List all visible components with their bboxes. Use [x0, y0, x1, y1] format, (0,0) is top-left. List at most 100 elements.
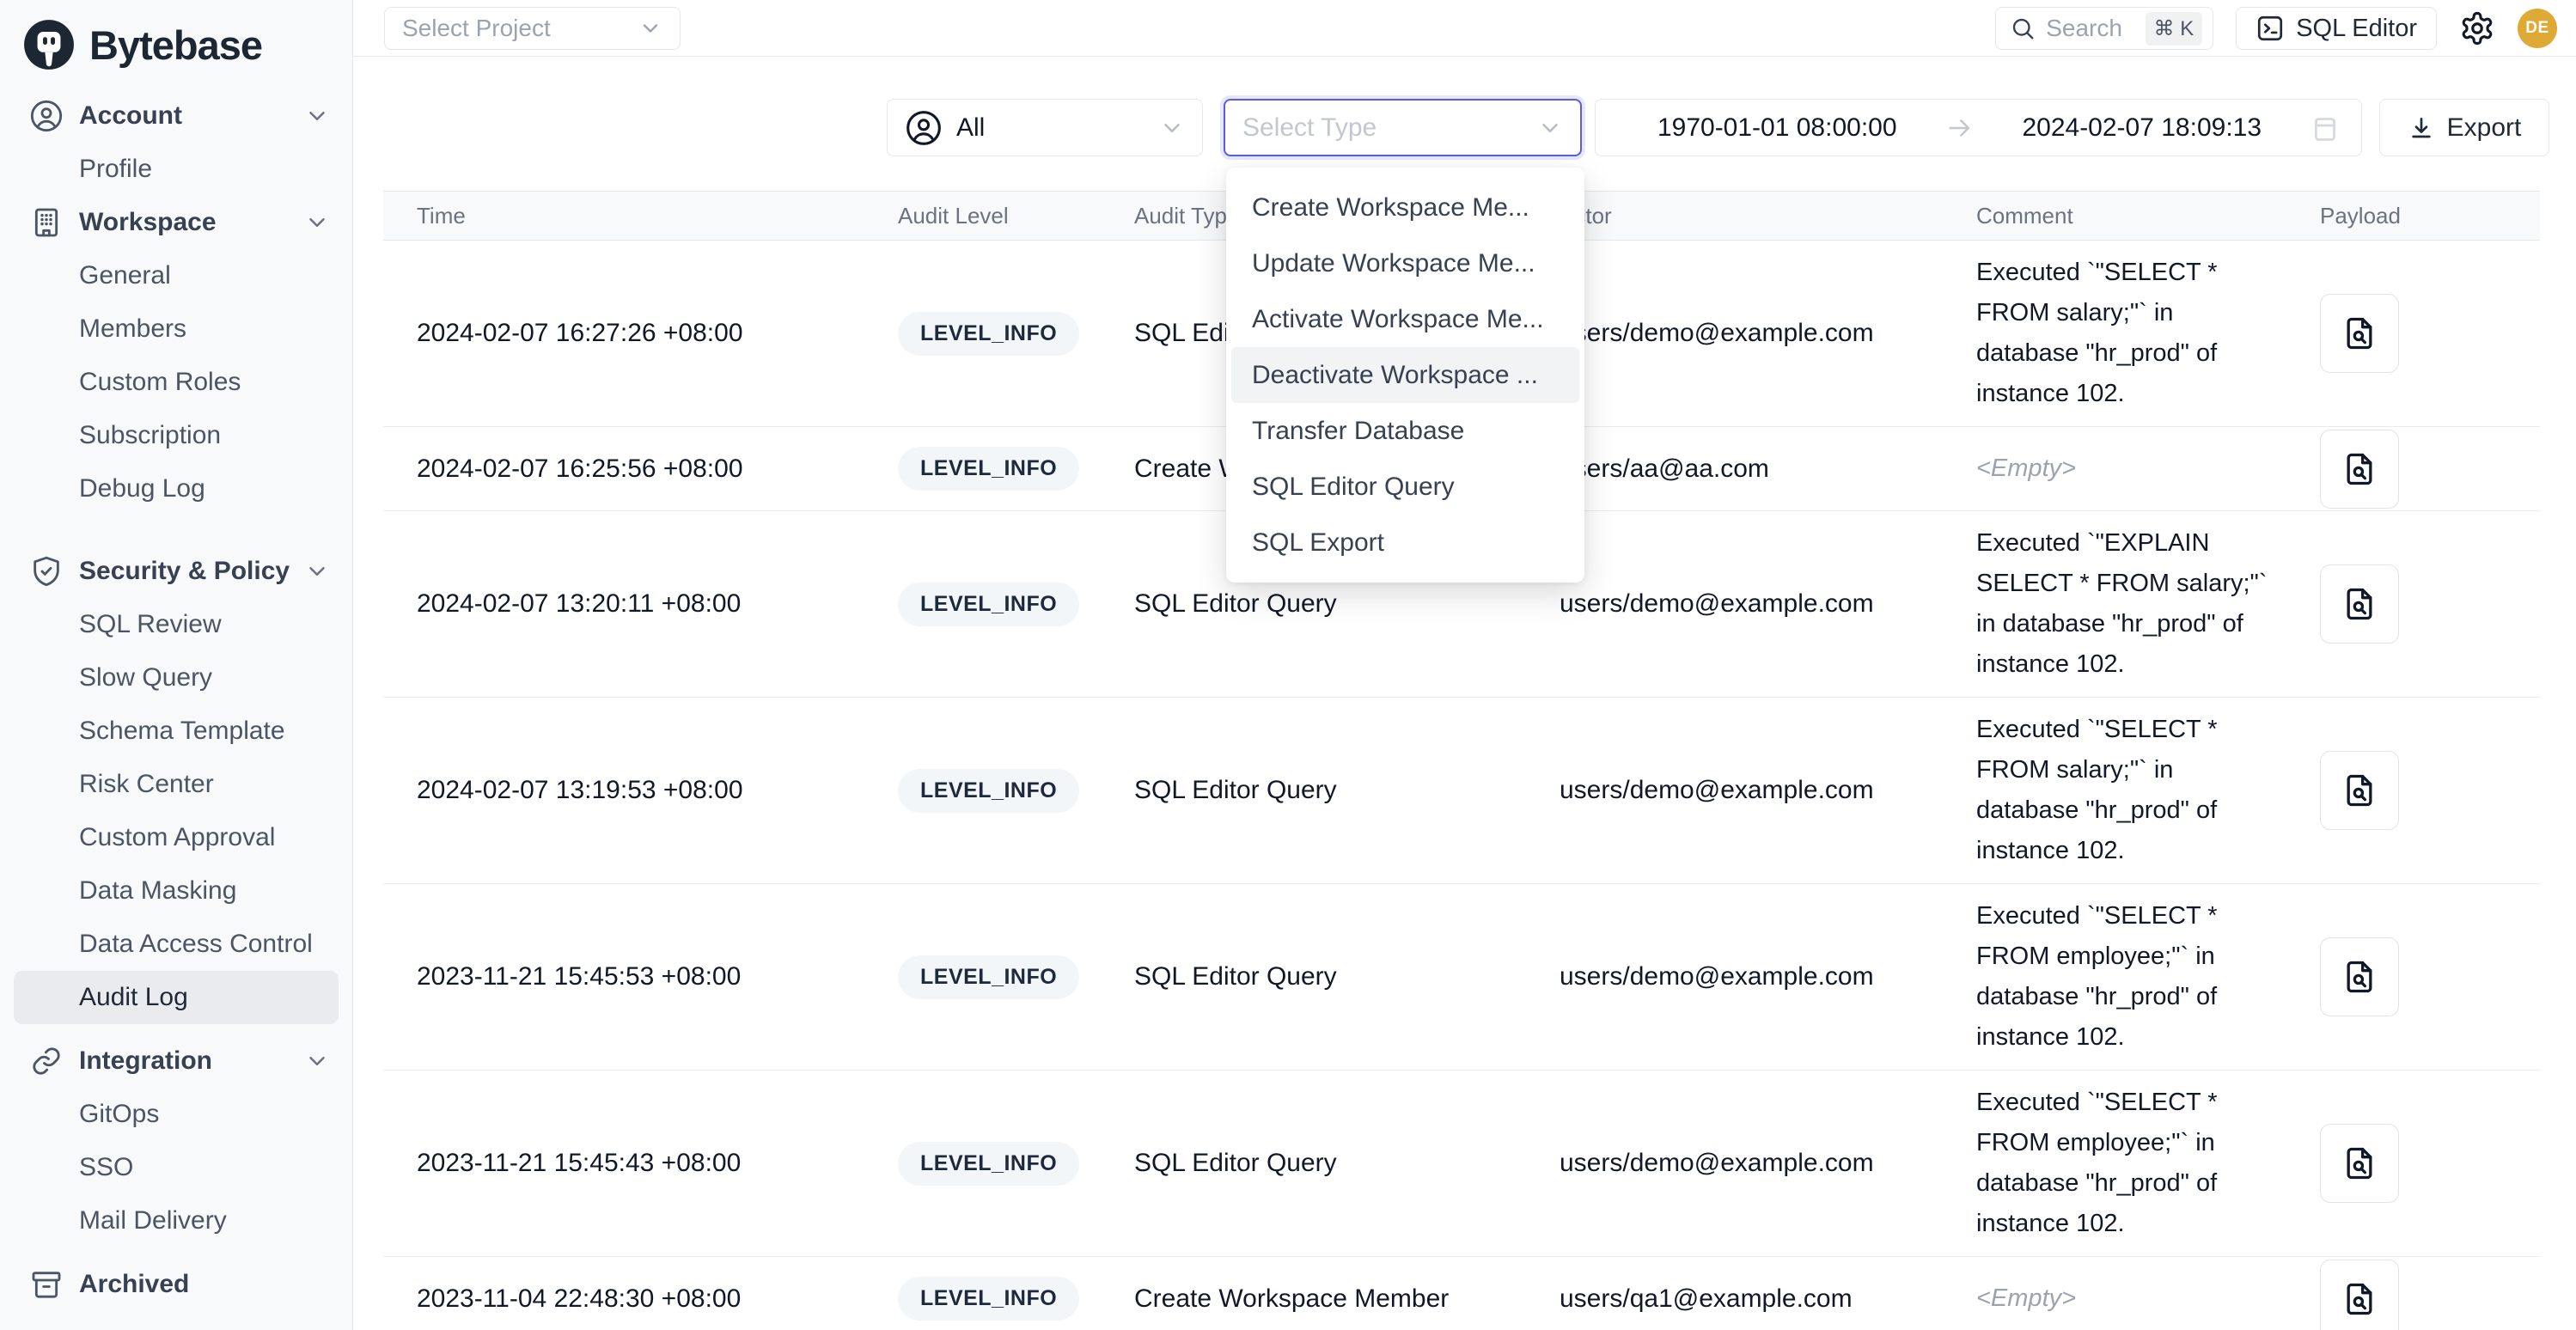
search-input[interactable]: Search ⌘ K — [1995, 7, 2213, 50]
table-row: 2023-11-21 15:45:43 +08:00 LEVEL_INFO SQ… — [383, 1071, 2540, 1257]
chevron-down-icon — [1537, 115, 1563, 141]
sidebar-item-data-masking[interactable]: Data Masking — [0, 864, 352, 918]
type-filter-dropdown[interactable]: Select Type — [1224, 99, 1582, 156]
bytebase-logo[interactable]: Bytebase — [0, 0, 352, 82]
menu-item-sql-export[interactable]: SQL Export — [1231, 515, 1579, 570]
sidebar-item-audit-log[interactable]: Audit Log — [14, 971, 339, 1024]
level-badge: LEVEL_INFO — [898, 1277, 1079, 1321]
sidebar-item-profile[interactable]: Profile — [0, 143, 352, 196]
cell-time: 2023-11-21 15:45:43 +08:00 — [383, 1071, 898, 1257]
menu-item-activate-workspace-member[interactable]: Activate Workspace Me... — [1231, 291, 1579, 347]
select-project-placeholder: Select Project — [402, 15, 551, 42]
sql-editor-button[interactable]: SQL Editor — [2236, 7, 2437, 50]
sidebar-item-sql-review[interactable]: SQL Review — [0, 598, 352, 651]
payload-view-button[interactable] — [2320, 1124, 2399, 1203]
payload-view-button[interactable] — [2320, 430, 2399, 509]
file-search-icon — [2341, 772, 2378, 809]
level-badge: LEVEL_INFO — [898, 769, 1079, 813]
sidebar-item-archived[interactable]: Archived — [0, 1258, 352, 1311]
sidebar-item-workspace[interactable]: Workspace — [0, 196, 352, 249]
date-range-picker[interactable]: 1970-01-01 08:00:00 2024-02-07 18:09:13 — [1595, 99, 2362, 156]
date-from-value[interactable]: 1970-01-01 08:00:00 — [1616, 113, 1938, 143]
menu-item-deactivate-workspace-member[interactable]: Deactivate Workspace ... — [1231, 347, 1579, 403]
building-icon — [29, 205, 64, 240]
payload-view-button[interactable] — [2320, 564, 2399, 644]
sidebar-item-data-access-control[interactable]: Data Access Control — [0, 918, 352, 971]
user-circle-icon — [29, 99, 64, 133]
cell-time: 2024-02-07 13:19:53 +08:00 — [383, 698, 898, 884]
payload-view-button[interactable] — [2320, 1260, 2399, 1330]
sidebar-item-custom-approval[interactable]: Custom Approval — [0, 811, 352, 864]
search-shortcut-badge: ⌘ K — [2146, 12, 2203, 46]
cell-time: 2024-02-07 13:20:11 +08:00 — [383, 511, 898, 698]
level-badge: LEVEL_INFO — [898, 1142, 1079, 1186]
search-placeholder: Search — [2046, 15, 2134, 42]
avatar[interactable]: DE — [2518, 9, 2557, 48]
cell-actor: users/qa1@example.com — [1560, 1257, 1976, 1330]
select-project-dropdown[interactable]: Select Project — [384, 7, 681, 50]
menu-item-sql-editor-query[interactable]: SQL Editor Query — [1231, 459, 1579, 515]
file-search-icon — [2341, 1280, 2378, 1318]
payload-view-button[interactable] — [2320, 751, 2399, 830]
cell-actor: users/demo@example.com — [1560, 698, 1976, 884]
topbar-actions: Search ⌘ K SQL Editor DE — [1995, 7, 2557, 50]
chevron-down-icon — [638, 16, 662, 40]
cell-actor: users/aa@aa.com — [1560, 427, 1976, 511]
cell-actor: users/demo@example.com — [1560, 241, 1976, 427]
filter-bar: All Select Type 1970-01-01 08:00:00 2024… — [353, 99, 2576, 156]
arrow-right-icon — [1945, 113, 1975, 143]
brand-name: Bytebase — [89, 21, 262, 69]
sidebar-item-label: Account — [79, 101, 182, 131]
sidebar-item-security-policy[interactable]: Security & Policy — [0, 545, 352, 598]
sidebar-item-sso[interactable]: SSO — [0, 1141, 352, 1194]
level-badge: LEVEL_INFO — [898, 955, 1079, 999]
sidebar-item-schema-template[interactable]: Schema Template — [0, 705, 352, 758]
user-circle-icon — [905, 109, 943, 147]
sidebar-item-subscription[interactable]: Subscription — [0, 409, 352, 462]
sidebar-item-account[interactable]: Account — [0, 89, 352, 143]
bytebase-app: Bytebase Account Profile Workspace Gener… — [0, 0, 2576, 1330]
type-filter-menu: Create Workspace Me... Update Workspace … — [1226, 168, 1584, 583]
menu-item-update-workspace-member[interactable]: Update Workspace Me... — [1231, 235, 1579, 291]
sidebar-item-general[interactable]: General — [0, 249, 352, 302]
cell-comment: Executed `"SELECT * FROM employee;"` in … — [1976, 1071, 2268, 1256]
sidebar-item-members[interactable]: Members — [0, 302, 352, 356]
calendar-icon — [2310, 113, 2341, 143]
column-header-audit-level: Audit Level — [898, 192, 1134, 241]
cell-actor: users/demo@example.com — [1560, 511, 1976, 698]
shield-check-icon — [29, 554, 64, 589]
cell-comment-empty: <Empty> — [1976, 1266, 2268, 1330]
menu-item-create-workspace-member[interactable]: Create Workspace Me... — [1231, 180, 1579, 235]
payload-view-button[interactable] — [2320, 294, 2399, 373]
cell-time: 2024-02-07 16:27:26 +08:00 — [383, 241, 898, 427]
actor-filter-dropdown[interactable]: All — [887, 99, 1203, 156]
archive-icon — [29, 1267, 64, 1302]
cell-actor: users/demo@example.com — [1560, 884, 1976, 1071]
chevron-down-icon — [304, 103, 330, 129]
sidebar-item-gitops[interactable]: GitOps — [0, 1088, 352, 1141]
cell-audit-type: SQL Editor Query — [1134, 1071, 1560, 1257]
level-badge: LEVEL_INFO — [898, 447, 1079, 491]
cell-actor: users/demo@example.com — [1560, 1071, 1976, 1257]
sidebar-item-risk-center[interactable]: Risk Center — [0, 758, 352, 811]
cell-comment: Executed `"EXPLAIN SELECT * FROM salary;… — [1976, 511, 2268, 697]
menu-item-transfer-database[interactable]: Transfer Database — [1231, 403, 1579, 459]
date-to-value[interactable]: 2024-02-07 18:09:13 — [1981, 113, 2304, 143]
sidebar-item-mail-delivery[interactable]: Mail Delivery — [0, 1194, 352, 1248]
export-button[interactable]: Export — [2379, 99, 2549, 156]
file-search-icon — [2341, 450, 2378, 488]
sidebar-item-custom-roles[interactable]: Custom Roles — [0, 356, 352, 409]
chevron-down-icon — [304, 558, 330, 584]
gear-icon[interactable] — [2459, 10, 2495, 46]
payload-view-button[interactable] — [2320, 937, 2399, 1016]
chevron-down-icon — [304, 1048, 330, 1074]
sidebar-item-slow-query[interactable]: Slow Query — [0, 651, 352, 705]
search-icon — [2010, 15, 2036, 41]
sidebar-item-debug-log[interactable]: Debug Log — [0, 462, 352, 516]
sidebar-item-integration[interactable]: Integration — [0, 1034, 352, 1088]
sidebar-item-label: Integration — [79, 1046, 212, 1076]
sidebar: Bytebase Account Profile Workspace Gener… — [0, 0, 353, 1330]
sidebar-item-label: Security & Policy — [79, 557, 290, 586]
cell-audit-type: SQL Editor Query — [1134, 698, 1560, 884]
column-header-actor: Actor — [1560, 192, 1976, 241]
